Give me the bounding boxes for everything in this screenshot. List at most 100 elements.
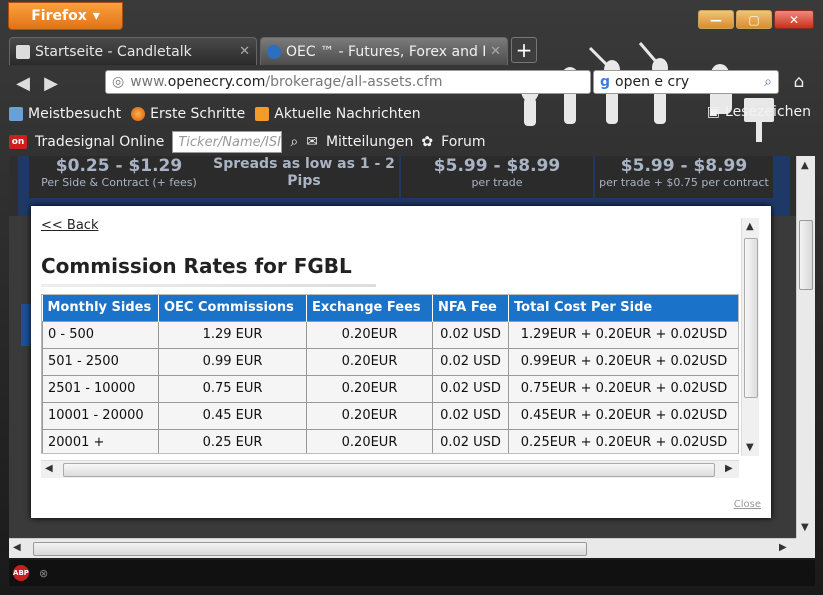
- forum-icon: ✿: [421, 134, 434, 150]
- scroll-right-icon[interactable]: ▶: [779, 542, 787, 553]
- modal-close-link[interactable]: Close: [734, 499, 761, 510]
- search-icon[interactable]: ⌕: [764, 74, 772, 90]
- table-cell: 2501 - 10000: [42, 374, 159, 403]
- home-icon[interactable]: ⌂: [787, 70, 811, 94]
- table-cell: 0.45 EUR: [158, 401, 307, 430]
- table-cell: 10001 - 20000: [42, 401, 159, 430]
- table-cell: 0.20EUR: [306, 320, 433, 349]
- table-cell: 0.02 USD: [432, 428, 509, 453]
- commission-modal: << Back Commission Rates for FGBL Monthl…: [31, 206, 771, 518]
- bookmark-icon: [9, 107, 23, 121]
- modal-vertical-scrollbar[interactable]: ▲ ▼: [741, 218, 759, 456]
- firefox-icon: [131, 107, 146, 121]
- table-cell: 0.45EUR + 0.20EUR + 0.02USD: [508, 401, 738, 430]
- bookmark-aktuelle-nachrichten[interactable]: Aktuelle Nachrichten: [255, 106, 421, 122]
- column-header: Exchange Fees: [306, 295, 433, 321]
- adblock-icon[interactable]: ABP: [13, 565, 29, 581]
- table-row: 2501 - 10000 0.75 EUR 0.20EUR 0.02 USD 0.75E…: [42, 374, 738, 403]
- candletalk-favicon-icon: [16, 44, 30, 59]
- table-cell: 0.02 USD: [432, 320, 509, 349]
- bookmarks-icon: ▣: [706, 104, 721, 120]
- table-cell: 0 - 500: [42, 320, 159, 349]
- column-header: OEC Commissions: [158, 295, 307, 321]
- table-row: 10001 - 20000 0.45 EUR 0.20EUR 0.02 USD 0.45…: [42, 401, 738, 430]
- forward-arrow-icon[interactable]: ▶: [37, 69, 65, 97]
- tab-close-icon[interactable]: ✕: [239, 44, 250, 59]
- search-box[interactable]: g open e cry ⌕: [593, 70, 779, 94]
- table-cell: 0.25 EUR: [158, 428, 307, 453]
- ticker-search-input[interactable]: Ticker/Name/ISI: [172, 131, 283, 153]
- addon-icon[interactable]: ⊗: [39, 567, 48, 580]
- rss-icon: [255, 107, 270, 121]
- table-cell: 20001 +: [42, 428, 159, 453]
- table-cell: 0.75 EUR: [158, 374, 307, 403]
- scroll-left-icon[interactable]: ◀: [45, 463, 53, 474]
- status-bar: ABP ⊗: [9, 560, 815, 586]
- banner-forex: Spreads as low as 1 - 2 Pips: [209, 156, 399, 198]
- table-cell: 0.25EUR + 0.20EUR + 0.02USD: [508, 428, 738, 453]
- dropdown-arrow-icon: ▾: [92, 8, 100, 24]
- table-cell: 0.02 USD: [432, 401, 509, 430]
- lesezeichen-button[interactable]: ▣ Lesezeichen: [707, 104, 811, 120]
- maximize-button[interactable]: ▢: [736, 10, 772, 29]
- table-row: 20001 +0.25 EUR 0.20EUR 0.02 USD 0.25EUR + …: [42, 428, 738, 453]
- scroll-corner: [796, 538, 815, 558]
- table-cell: 1.29 EUR: [158, 320, 307, 349]
- page-vertical-scrollbar[interactable]: ▲ ▼: [796, 156, 815, 538]
- tab-close-icon[interactable]: ✕: [490, 44, 501, 59]
- table-cell: 501 - 2500: [42, 347, 159, 376]
- mail-icon: ✉: [306, 134, 318, 150]
- firefox-menu-button[interactable]: Firefox ▾: [8, 2, 123, 30]
- tradesignal-icon: on: [9, 135, 27, 149]
- scroll-down-icon[interactable]: ▼: [801, 522, 809, 533]
- new-tab-button[interactable]: +: [511, 37, 537, 63]
- google-icon: g: [600, 74, 611, 90]
- table-cell: 0.20EUR: [306, 401, 433, 430]
- table-cell: 0.99 EUR: [158, 347, 307, 376]
- bookmark-meistbesucht[interactable]: Meistbesucht: [9, 106, 121, 122]
- oec-favicon-icon: [267, 44, 281, 59]
- commission-table: Monthly Sides OEC Commissions Exchange F…: [42, 295, 738, 453]
- scroll-thumb[interactable]: [33, 542, 587, 556]
- page-horizontal-scrollbar[interactable]: ◀ ▶: [9, 538, 796, 558]
- banner-options: $5.99 - $8.99 per trade + $0.75 per contr…: [595, 156, 773, 198]
- scroll-up-icon[interactable]: ▲: [746, 221, 754, 232]
- table-cell: 0.20EUR: [306, 347, 433, 376]
- close-window-button[interactable]: ✕: [774, 10, 814, 29]
- mitteilungen-button[interactable]: Mitteilungen: [326, 134, 413, 150]
- scroll-left-icon[interactable]: ◀: [13, 542, 21, 553]
- table-cell: 1.29EUR + 0.20EUR + 0.02USD: [508, 320, 738, 349]
- column-header: NFA Fee: [432, 295, 509, 321]
- scroll-up-icon[interactable]: ▲: [801, 160, 809, 171]
- table-row: 501 - 2500 0.99 EUR 0.20EUR 0.02 USD 0.99EUR…: [42, 347, 738, 376]
- table-cell: 0.20EUR: [306, 428, 433, 453]
- tradesignal-button[interactable]: Tradesignal Online: [35, 134, 164, 150]
- address-bar[interactable]: ◎ www.openecry.com/brokerage/all-assets.…: [105, 70, 591, 94]
- scroll-thumb[interactable]: [744, 238, 758, 398]
- back-link[interactable]: << Back: [41, 218, 98, 233]
- bookmark-erste-schritte[interactable]: Erste Schritte: [131, 106, 245, 122]
- scroll-right-icon[interactable]: ▶: [725, 463, 733, 474]
- column-header: Total Cost Per Side: [508, 295, 738, 321]
- back-arrow-icon[interactable]: ◀: [9, 69, 37, 97]
- minimize-button[interactable]: —: [698, 10, 734, 29]
- table-cell: 0.99EUR + 0.20EUR + 0.02USD: [508, 347, 738, 376]
- title-divider: [41, 284, 376, 287]
- tab-candletalk[interactable]: Startseite - Candletalk ✕: [9, 37, 257, 65]
- commission-table-container: Monthly Sides OEC Commissions Exchange F…: [41, 294, 739, 454]
- column-header: Monthly Sides: [42, 295, 159, 321]
- table-row: 0 - 500 1.29 EUR 0.20EUR 0.02 USD 1.29EUR + …: [42, 320, 738, 349]
- globe-icon: ◎: [112, 74, 125, 90]
- tab-oec[interactable]: OEC ™ - Futures, Forex and E... ✕: [260, 37, 508, 65]
- table-cell: 0.02 USD: [432, 374, 509, 403]
- banner-stocks: $5.99 - $8.99 per trade: [401, 156, 593, 198]
- scroll-down-icon[interactable]: ▼: [746, 442, 754, 453]
- search-icon[interactable]: ⌕: [290, 134, 298, 150]
- table-cell: 0.02 USD: [432, 347, 509, 376]
- modal-horizontal-scrollbar[interactable]: ◀ ▶: [41, 460, 739, 478]
- browser-window: Firefox ▾ — ▢ ✕ Startseite - Candletalk ✕…: [0, 0, 823, 595]
- scroll-thumb[interactable]: [63, 463, 715, 477]
- forum-button[interactable]: Forum: [441, 134, 485, 150]
- table-cell: 0.20EUR: [306, 374, 433, 403]
- scroll-thumb[interactable]: [799, 220, 813, 290]
